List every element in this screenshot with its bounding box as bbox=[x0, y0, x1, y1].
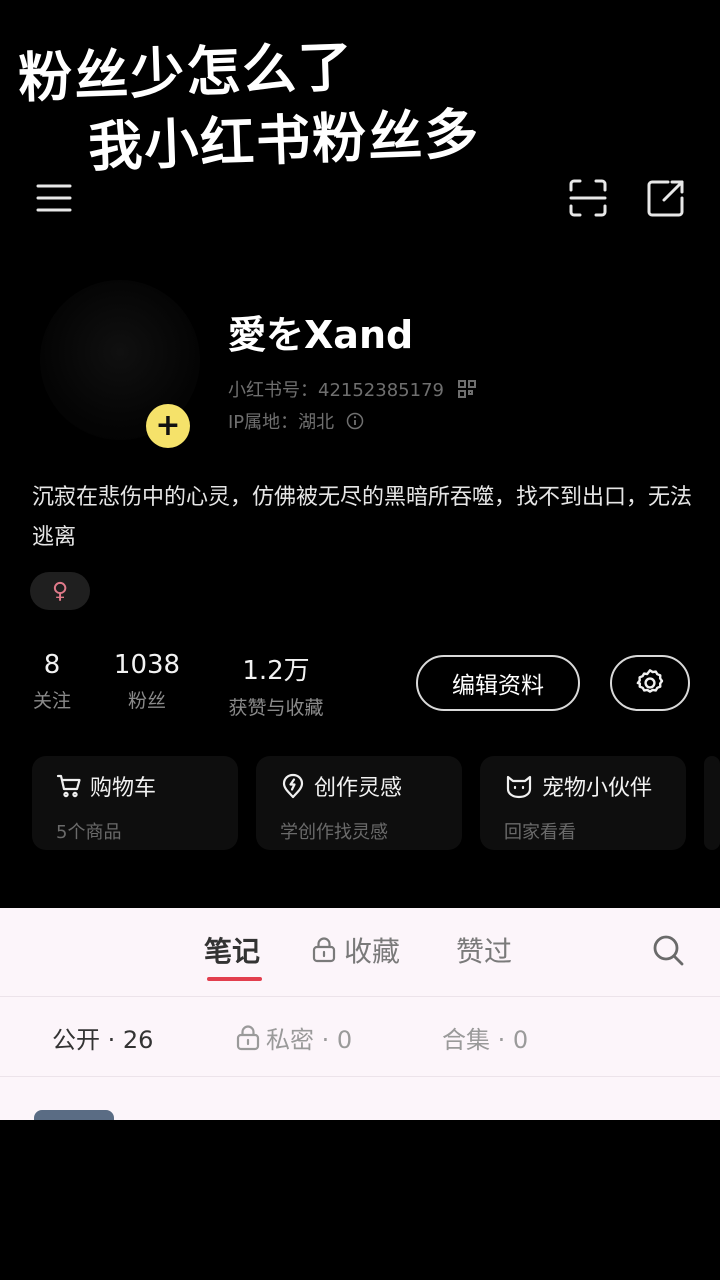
info-icon[interactable] bbox=[346, 412, 364, 430]
stat-following[interactable]: 8 关注 bbox=[22, 650, 82, 713]
search-button[interactable] bbox=[648, 930, 688, 970]
scan-icon[interactable] bbox=[566, 176, 610, 220]
card-subtitle: 5个商品 bbox=[56, 822, 122, 843]
card-title: 宠物小伙伴 bbox=[542, 776, 653, 801]
qrcode-icon[interactable] bbox=[457, 380, 476, 398]
card-title: 创作灵感 bbox=[314, 776, 403, 801]
stat-value: 1.2万 bbox=[242, 656, 310, 686]
divider bbox=[0, 996, 720, 997]
stat-value: 1038 bbox=[113, 650, 181, 680]
bio: 沉寂在悲伤中的心灵，仿佛被无尽的黑暗所吞噬，找不到出口，无法逃离 bbox=[32, 485, 693, 550]
note-thumbnail[interactable] bbox=[34, 1110, 114, 1120]
divider bbox=[0, 1076, 720, 1077]
ip-location: IP属地：湖北 bbox=[228, 412, 335, 433]
lock-icon bbox=[312, 937, 336, 963]
card-subtitle: 学创作找灵感 bbox=[280, 822, 388, 843]
gender-tag: ♀ bbox=[30, 572, 90, 610]
card-pet-buddy[interactable]: 宠物小伙伴 回家看看 bbox=[480, 756, 686, 850]
stat-label: 获赞与收藏 bbox=[228, 697, 324, 719]
card-title: 购物车 bbox=[90, 776, 157, 801]
card-partial[interactable] bbox=[704, 756, 720, 850]
edit-profile-button[interactable]: 编辑资料 bbox=[416, 655, 580, 711]
female-icon: ♀ bbox=[51, 578, 69, 604]
tab-notes[interactable]: 笔记 bbox=[204, 930, 260, 970]
ip-location-row: IP属地：湖北 bbox=[228, 408, 364, 434]
tab-label: 赞过 bbox=[456, 935, 513, 968]
cart-icon bbox=[56, 774, 81, 798]
card-shopping-cart[interactable]: 购物车 5个商品 bbox=[32, 756, 238, 850]
card-subtitle: 回家看看 bbox=[504, 822, 576, 843]
stat-followers[interactable]: 1038 粉丝 bbox=[104, 650, 190, 713]
lock-icon bbox=[236, 1024, 260, 1050]
cat-icon bbox=[506, 775, 532, 799]
card-creative-inspiration[interactable]: 创作灵感 学创作找灵感 bbox=[256, 756, 462, 850]
active-tab-indicator bbox=[207, 977, 262, 981]
search-icon bbox=[653, 935, 684, 966]
stat-label: 粉丝 bbox=[127, 690, 166, 712]
settings-button[interactable] bbox=[610, 655, 690, 711]
stat-label: 关注 bbox=[32, 690, 71, 712]
share-icon[interactable] bbox=[644, 176, 688, 220]
stat-value: 8 bbox=[43, 650, 61, 680]
tab-liked[interactable]: 赞过 bbox=[456, 930, 512, 970]
filter-albums[interactable]: 合集 · 0 bbox=[442, 1020, 528, 1055]
filter-label: 私密 · 0 bbox=[266, 1026, 353, 1054]
add-avatar-button[interactable]: + bbox=[146, 404, 190, 448]
user-id-row[interactable]: 小红书号：42152385179 bbox=[228, 376, 476, 402]
filter-label: 合集 · 0 bbox=[442, 1026, 529, 1054]
tab-label: 笔记 bbox=[204, 935, 261, 968]
filter-label: 公开 · 26 bbox=[52, 1026, 154, 1054]
filter-private[interactable]: 私密 · 0 bbox=[236, 1020, 352, 1055]
bulb-icon bbox=[282, 773, 304, 799]
gear-icon bbox=[636, 669, 664, 693]
tab-collections[interactable]: 收藏 bbox=[312, 930, 400, 970]
filter-public[interactable]: 公开 · 26 bbox=[52, 1020, 153, 1055]
username: 愛をXand bbox=[228, 313, 414, 357]
stat-likes[interactable]: 1.2万 获赞与收藏 bbox=[214, 650, 338, 720]
tab-label: 收藏 bbox=[344, 935, 401, 968]
caption-line-2: 我小红书粉丝多 bbox=[87, 102, 482, 179]
menu-icon[interactable] bbox=[34, 178, 74, 218]
user-id: 小红书号：42152385179 bbox=[228, 380, 444, 401]
